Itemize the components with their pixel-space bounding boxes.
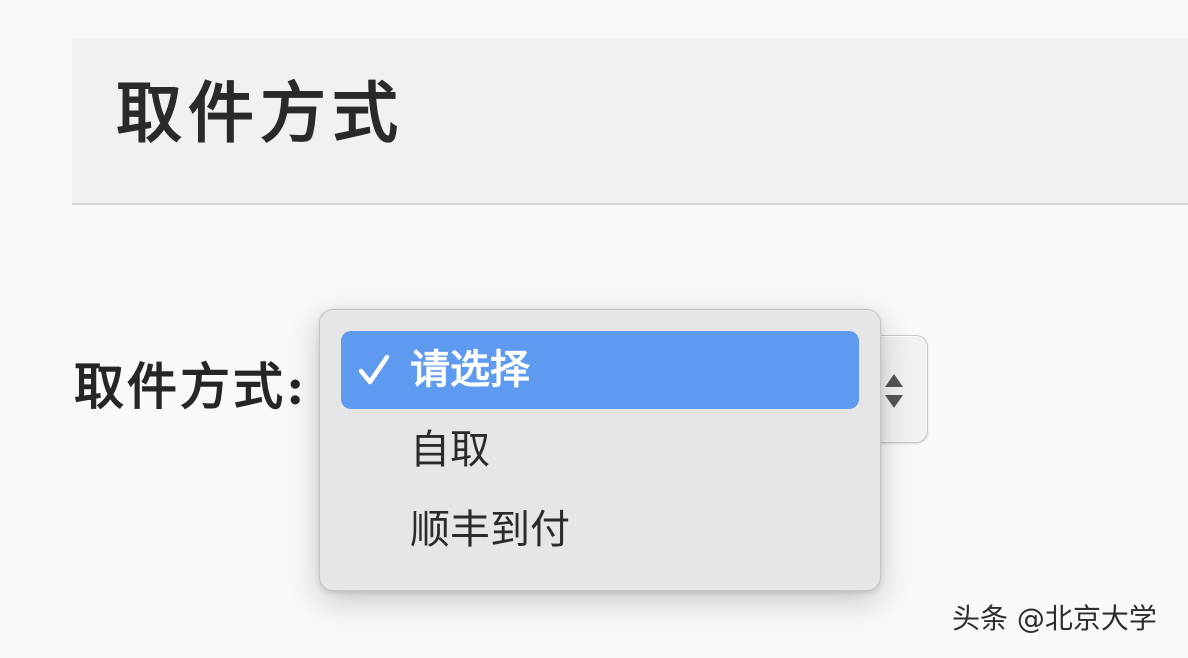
pickup-method-dropdown: 请选择 自取 顺丰到付 [319,309,881,591]
pickup-method-label: 取件方式: [74,357,308,416]
up-down-stepper-icon [885,374,903,408]
option-label: 请选择 [410,347,530,393]
source-watermark: 头条 @北京大学 [952,602,1157,635]
checkmark-icon [358,354,390,385]
option-label: 自取 [410,427,490,473]
header-panel: 取件方式 [72,38,1188,205]
option-please-select[interactable]: 请选择 [341,331,859,409]
page-title: 取件方式 [116,74,404,152]
option-label: 顺丰到付 [410,507,570,553]
option-sf-cod[interactable]: 顺丰到付 [341,491,859,569]
option-self-pickup[interactable]: 自取 [341,411,859,489]
